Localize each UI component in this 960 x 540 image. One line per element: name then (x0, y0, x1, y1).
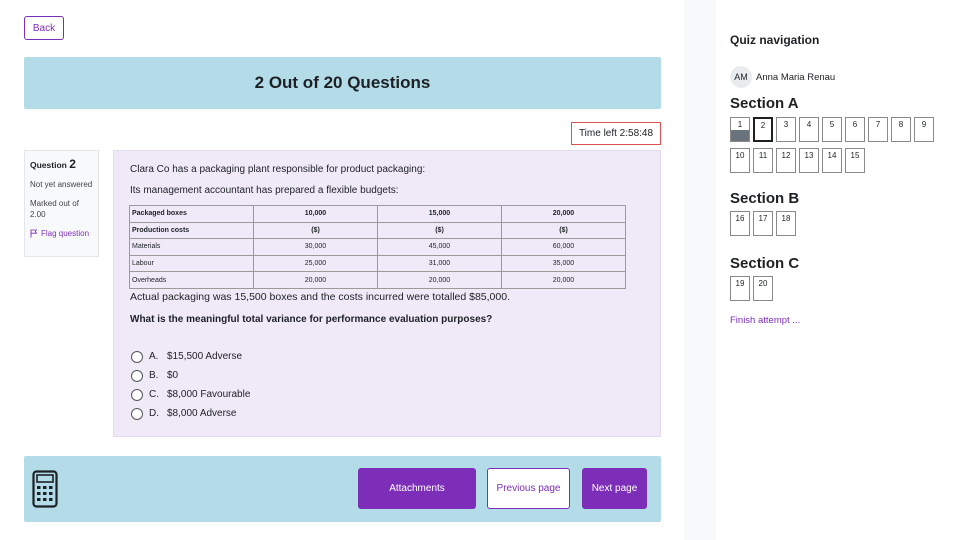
calculator-icon[interactable] (32, 470, 58, 508)
table-row: Packaged boxes 10,000 15,000 20,000 (129, 205, 626, 223)
flexible-budget-table: Packaged boxes 10,000 15,000 20,000 Prod… (129, 205, 626, 289)
quiz-nav-question-5[interactable]: 5 (822, 117, 842, 142)
previous-page-button[interactable]: Previous page (487, 468, 570, 509)
user-info: AM Anna Maria Renau (730, 66, 835, 88)
question-count-banner: 2 Out of 20 Questions (24, 57, 661, 109)
quiz-navigation-drawer: Quiz navigation AM Anna Maria Renau Sect… (684, 0, 960, 540)
time-left: Time left 2:58:48 (571, 122, 661, 145)
user-name: Anna Maria Renau (756, 71, 836, 83)
flag-question-link[interactable]: Flag question (30, 229, 93, 240)
finish-attempt-link[interactable]: Finish attempt ... (730, 315, 800, 326)
quiz-nav-question-1[interactable]: 1 (730, 117, 750, 142)
section-b-title: Section B (730, 190, 800, 207)
table-row: Materials 30,000 45,000 60,000 (129, 238, 626, 256)
table-row: Labour 25,000 31,000 35,000 (129, 254, 626, 273)
question-content: Clara Co has a packaging plant responsib… (113, 150, 661, 437)
quiz-nav-question-19[interactable]: 19 (730, 276, 750, 301)
question-text-line1: Clara Co has a packaging plant responsib… (130, 164, 426, 175)
quiz-page: Back 2 Out of 20 Questions Time left 2:5… (0, 0, 960, 540)
radio-button[interactable] (131, 388, 143, 401)
quiz-nav-question-4[interactable]: 4 (799, 117, 819, 142)
section-c-grid: 19 20 (730, 276, 950, 301)
section-b-grid: 16 17 18 (730, 211, 950, 236)
quiz-nav-question-8[interactable]: 8 (891, 117, 911, 142)
quiz-nav-question-12[interactable]: 12 (776, 148, 796, 173)
avatar: AM (730, 66, 752, 88)
question-prompt: What is the meaningful total variance fo… (130, 314, 493, 325)
question-text-line3: Actual packaging was 15,500 boxes and th… (130, 291, 510, 303)
quiz-nav-question-15[interactable]: 15 (845, 148, 865, 173)
banner-title: 2 Out of 20 Questions (254, 73, 431, 92)
answer-option-c[interactable]: C. $8,000 Favourable (131, 385, 250, 404)
radio-button[interactable] (131, 407, 143, 420)
quiz-nav-question-17[interactable]: 17 (753, 211, 773, 236)
question-state: Not yet answered (30, 180, 93, 190)
quiz-nav-question-18[interactable]: 18 (776, 211, 796, 236)
back-button[interactable]: Back (24, 16, 64, 40)
question-number: Question 2 (30, 157, 76, 171)
quiz-nav-question-2[interactable]: 2 (753, 117, 773, 142)
next-page-button[interactable]: Next page (582, 468, 647, 509)
section-a-grid: 1 2 3 4 5 6 7 8 9 10 11 12 13 14 15 (730, 117, 950, 173)
radio-button[interactable] (131, 350, 143, 363)
section-a-title: Section A (730, 95, 799, 112)
quiz-navigation-title: Quiz navigation (730, 33, 820, 47)
quiz-nav-question-20[interactable]: 20 (753, 276, 773, 301)
quiz-nav-question-10[interactable]: 10 (730, 148, 750, 173)
radio-button[interactable] (131, 369, 143, 382)
footer-bar: Attachments Previous page Next page (24, 456, 661, 522)
quiz-nav-question-6[interactable]: 6 (845, 117, 865, 142)
quiz-nav-question-9[interactable]: 9 (914, 117, 934, 142)
answer-options: A. $15,500 Adverse B. $0 C. $8,000 Favou… (131, 347, 250, 423)
question-info: Question 2 Not yet answered Marked out o… (24, 150, 99, 257)
flag-icon (30, 229, 38, 238)
quiz-nav-question-16[interactable]: 16 (730, 211, 750, 236)
quiz-nav-question-14[interactable]: 14 (822, 148, 842, 173)
question-text-line2: Its management accountant has prepared a… (130, 185, 399, 196)
answer-option-a[interactable]: A. $15,500 Adverse (131, 347, 250, 366)
answer-option-d[interactable]: D. $8,000 Adverse (131, 404, 250, 423)
answer-option-b[interactable]: B. $0 (131, 366, 250, 385)
quiz-nav-question-11[interactable]: 11 (753, 148, 773, 173)
question-grade: Marked out of 2.00 (30, 198, 79, 219)
quiz-nav-question-7[interactable]: 7 (868, 117, 888, 142)
quiz-nav-question-3[interactable]: 3 (776, 117, 796, 142)
section-c-title: Section C (730, 255, 800, 272)
main-region: Back 2 Out of 20 Questions Time left 2:5… (0, 0, 684, 540)
table-row: Production costs ($) ($) ($) (129, 221, 626, 240)
attachments-button[interactable]: Attachments (358, 468, 476, 509)
quiz-nav-question-13[interactable]: 13 (799, 148, 819, 173)
table-row: Overheads 20,000 20,000 20,000 (129, 271, 626, 289)
